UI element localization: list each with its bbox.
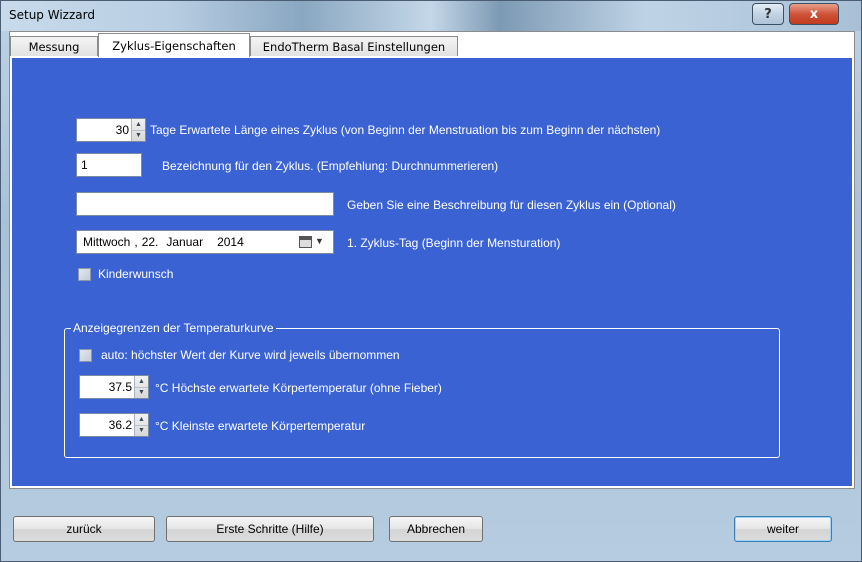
window-title: Setup Wizzard bbox=[9, 8, 95, 22]
close-icon: x bbox=[809, 6, 819, 22]
max-temperature-value: 37.5 bbox=[108, 380, 132, 394]
cycle-description-input[interactable] bbox=[76, 192, 334, 216]
spin-down-icon[interactable]: ▼ bbox=[132, 129, 145, 142]
date-day: 22. bbox=[141, 235, 159, 249]
cycle-length-label: Tage Erwartete Länge eines Zyklus (von B… bbox=[150, 123, 661, 137]
kinderwunsch-label: Kinderwunsch bbox=[98, 267, 174, 281]
back-button[interactable]: zurück bbox=[13, 516, 155, 542]
tab-messung[interactable]: Messung bbox=[10, 36, 98, 56]
date-month: Januar bbox=[166, 235, 204, 249]
tab-endotherm-basal-einstellungen[interactable]: EndoTherm Basal Einstellungen bbox=[250, 36, 458, 56]
min-temperature-label: °C Kleinste erwartete Körpertemperatur bbox=[155, 419, 366, 433]
calendar-icon[interactable] bbox=[299, 236, 312, 248]
close-button[interactable]: x bbox=[789, 3, 839, 25]
getting-started-help-button[interactable]: Erste Schritte (Hilfe) bbox=[166, 516, 374, 542]
auto-max-label: auto: höchster Wert der Kurve wird jewei… bbox=[101, 348, 400, 362]
min-temperature-spinner[interactable]: ▲ ▼ bbox=[134, 414, 148, 436]
cancel-button[interactable]: Abbrechen bbox=[389, 516, 483, 542]
min-temperature-input[interactable]: 36.2 ▲ ▼ bbox=[79, 413, 149, 437]
help-button[interactable]: ? bbox=[752, 3, 784, 25]
chevron-down-icon[interactable]: ▼ bbox=[315, 236, 324, 246]
date-year: 2014 bbox=[217, 235, 244, 249]
min-temperature-value: 36.2 bbox=[108, 418, 132, 432]
temperature-group-title: Anzeigegrenzen der Temperaturkurve bbox=[71, 321, 276, 335]
spin-up-icon[interactable]: ▲ bbox=[135, 376, 148, 387]
cycle-length-spinner[interactable]: ▲ ▼ bbox=[131, 119, 145, 141]
spin-down-icon[interactable]: ▼ bbox=[135, 386, 148, 399]
spin-down-icon[interactable]: ▼ bbox=[135, 424, 148, 437]
date-weekday: Mittwoch bbox=[83, 235, 131, 249]
help-icon: ? bbox=[764, 6, 772, 22]
max-temperature-input[interactable]: 37.5 ▲ ▼ bbox=[79, 375, 149, 399]
cycle-name-input[interactable]: 1 bbox=[76, 153, 142, 177]
spin-up-icon[interactable]: ▲ bbox=[135, 414, 148, 425]
temperature-limits-group: Anzeigegrenzen der Temperaturkurve auto:… bbox=[64, 321, 780, 458]
tab-strip: Messung Zyklus-Eigenschaften EndoTherm B… bbox=[10, 32, 854, 57]
kinderwunsch-checkbox[interactable] bbox=[78, 268, 91, 281]
max-temperature-label: °C Höchste erwartete Körpertemperatur (o… bbox=[155, 381, 442, 395]
cycle-properties-panel: 30 ▲ ▼ Tage Erwartete Länge eines Zyklus… bbox=[10, 56, 854, 488]
auto-max-checkbox[interactable] bbox=[79, 349, 92, 362]
tab-zyklus-eigenschaften[interactable]: Zyklus-Eigenschaften bbox=[98, 33, 250, 57]
cycle-length-input[interactable]: 30 ▲ ▼ bbox=[76, 118, 146, 142]
title-bar[interactable]: Setup Wizzard ? x bbox=[1, 1, 861, 31]
cycle-name-value: 1 bbox=[81, 158, 88, 172]
setup-wizard-window: Setup Wizzard ? x Messung Zyklus-Eigensc… bbox=[0, 0, 862, 562]
cycle-start-date-picker[interactable]: Mittwoch , 22. Januar 2014 ▼ bbox=[76, 230, 334, 254]
max-temperature-spinner[interactable]: ▲ ▼ bbox=[134, 376, 148, 398]
cycle-description-label: Geben Sie eine Beschreibung für diesen Z… bbox=[347, 198, 676, 212]
next-button[interactable]: weiter bbox=[734, 516, 832, 542]
cycle-start-date-label: 1. Zyklus-Tag (Beginn der Mensturation) bbox=[347, 236, 561, 250]
spin-up-icon[interactable]: ▲ bbox=[132, 119, 145, 130]
cycle-length-value: 30 bbox=[115, 123, 129, 137]
cycle-name-label: Bezeichnung für den Zyklus. (Empfehlung:… bbox=[162, 159, 499, 173]
tab-control: Messung Zyklus-Eigenschaften EndoTherm B… bbox=[9, 31, 855, 489]
